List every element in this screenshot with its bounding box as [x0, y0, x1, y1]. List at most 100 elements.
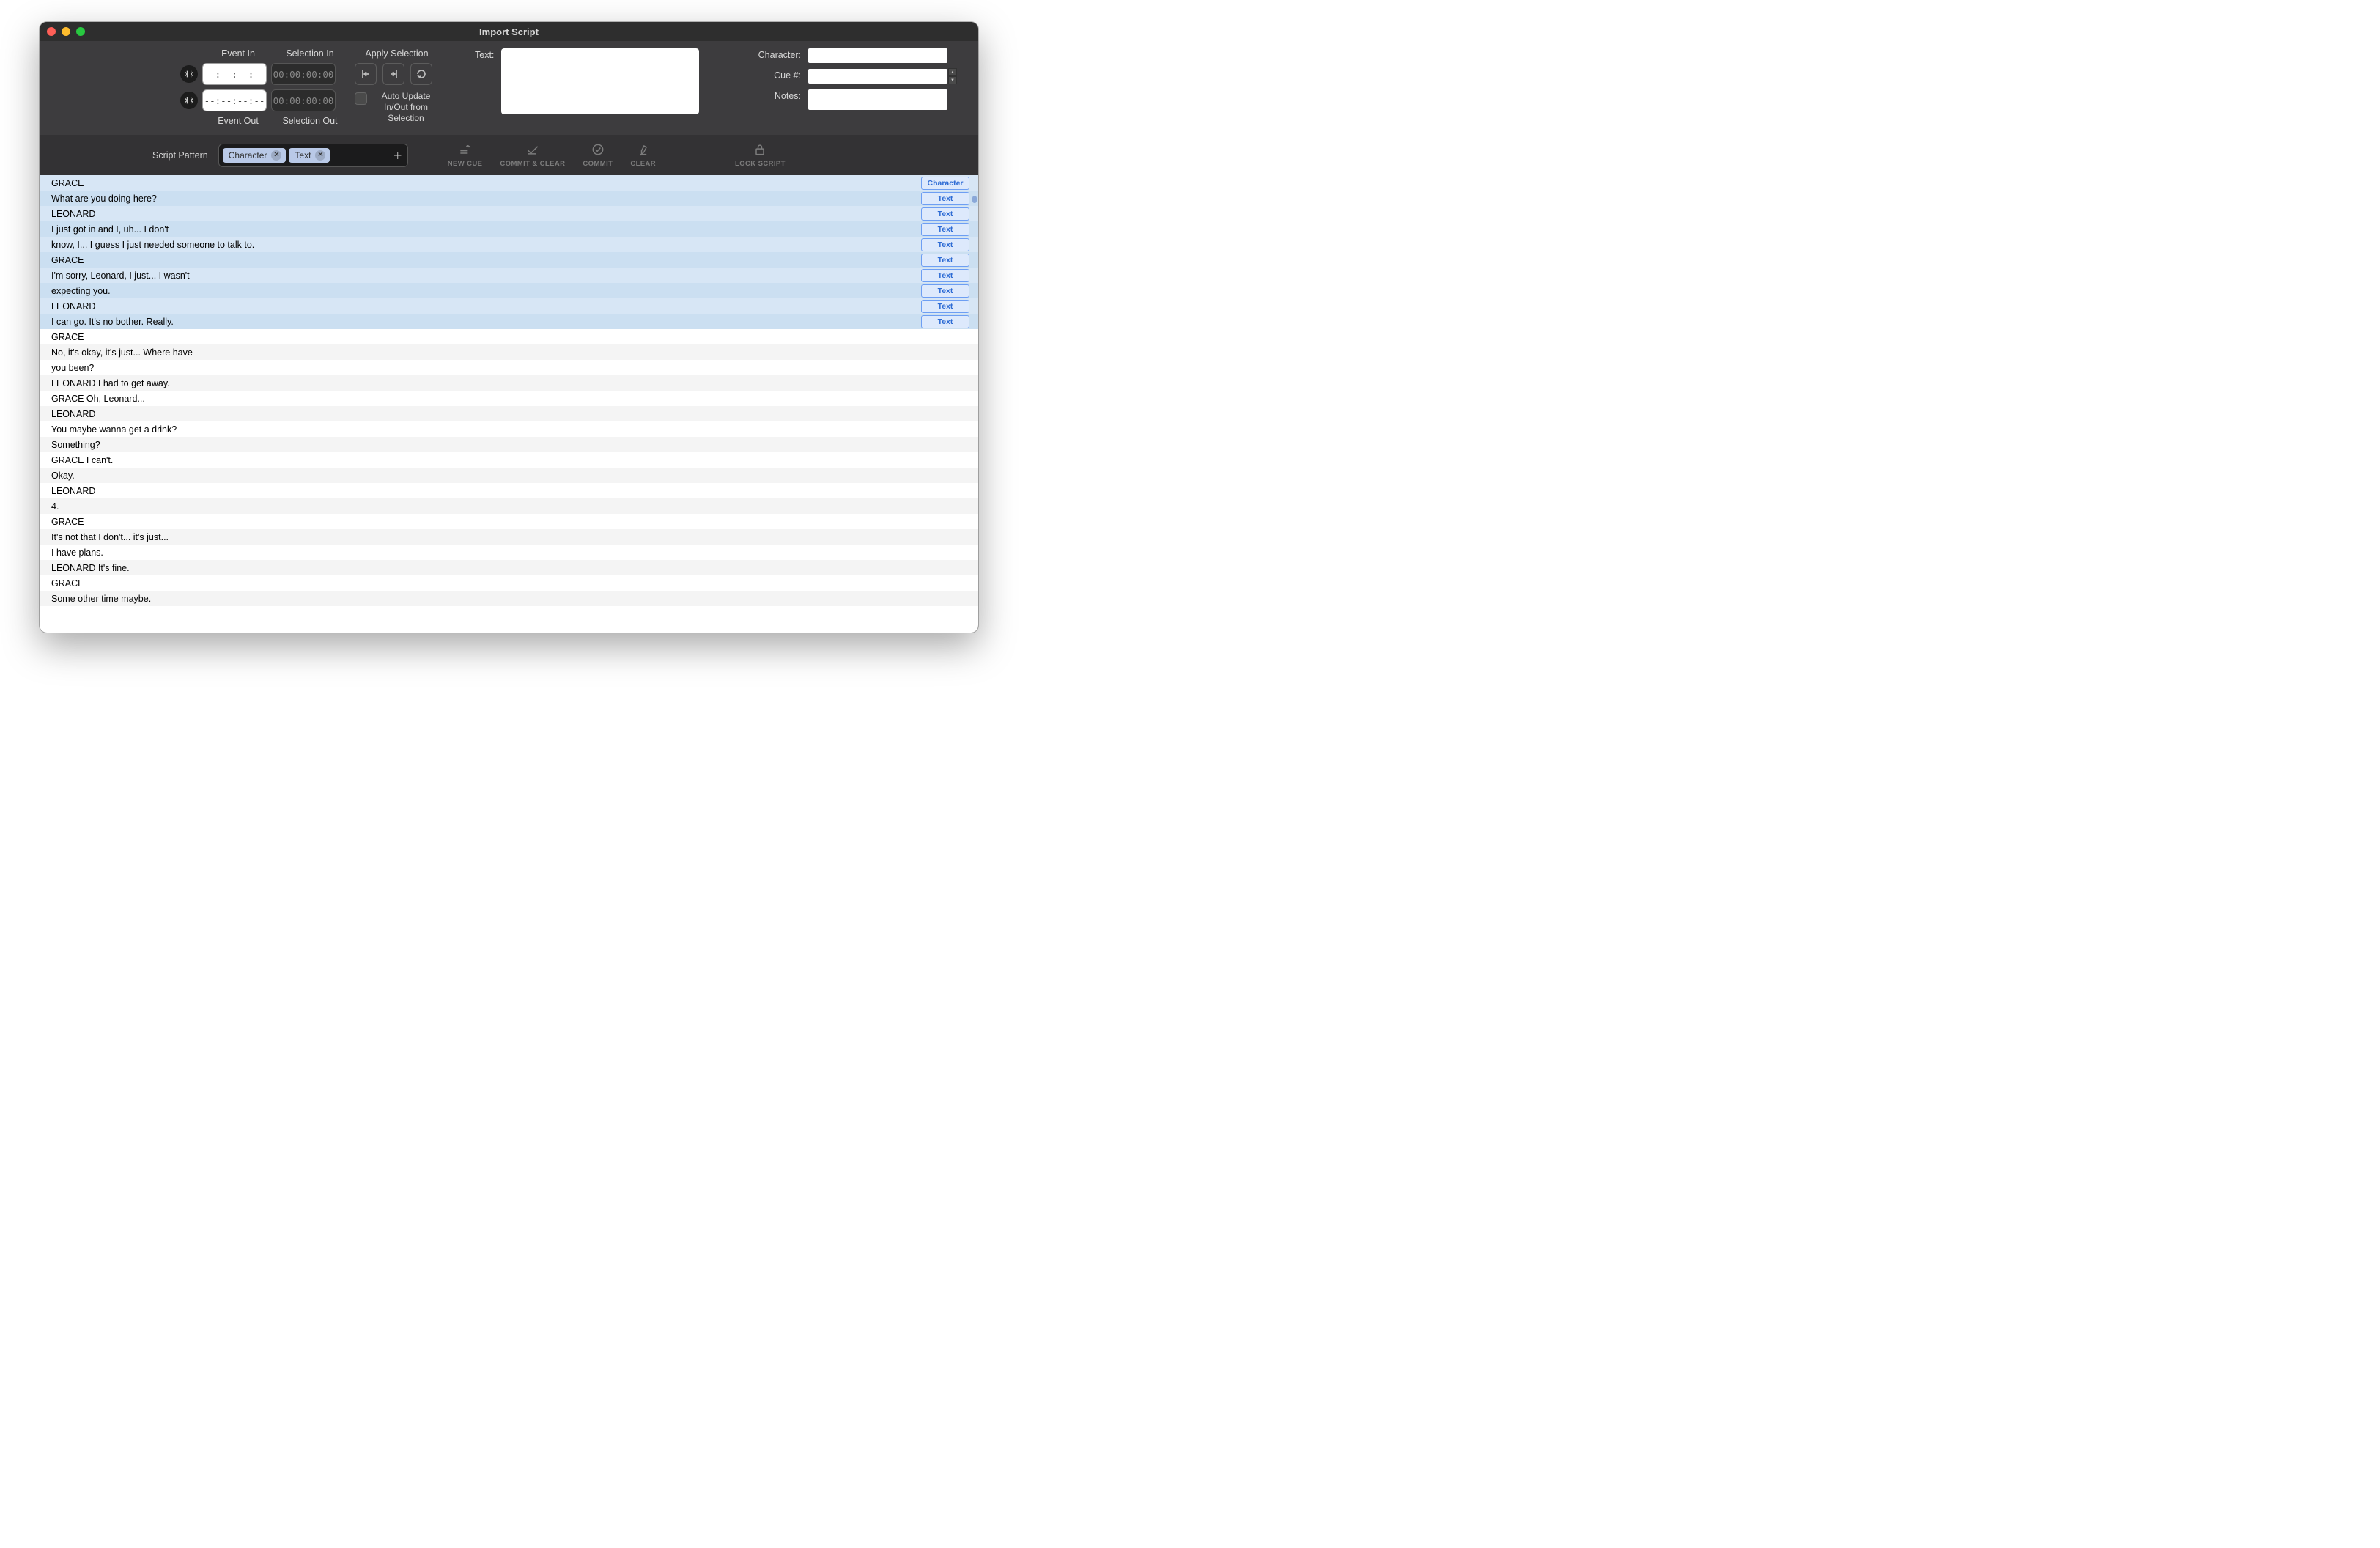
new-cue-button[interactable]: NEW CUE — [448, 142, 483, 168]
script-row[interactable]: LEONARD I had to get away. — [40, 375, 978, 391]
script-row[interactable]: GRACECharacter — [40, 175, 978, 191]
script-row[interactable]: GRACE I can't. — [40, 452, 978, 468]
cue-number-stepper[interactable]: ▲ ▼ — [948, 68, 957, 84]
script-line-text: expecting you. — [51, 286, 921, 296]
commit-and-clear-button[interactable]: COMMIT & CLEAR — [500, 142, 565, 168]
line-type-badge[interactable]: Text — [921, 254, 969, 267]
titlebar: Import Script — [40, 22, 978, 41]
script-row[interactable]: LEONARDText — [40, 298, 978, 314]
script-row[interactable]: No, it's okay, it's just... Where have — [40, 344, 978, 360]
add-pattern-button[interactable]: ＋ — [388, 144, 408, 167]
script-line-text: you been? — [51, 363, 972, 373]
script-row[interactable]: GRACE — [40, 575, 978, 591]
script-line-text: 4. — [51, 501, 972, 512]
script-row[interactable]: GRACE — [40, 329, 978, 344]
script-line-text: GRACE — [51, 517, 972, 527]
script-list: GRACECharacterWhat are you doing here?Te… — [40, 175, 978, 633]
script-pattern-field[interactable]: Character ✕ Text ✕ — [218, 144, 388, 167]
auto-update-checkbox[interactable] — [355, 92, 367, 105]
timecode-block: Event In Selection In --:--:--:-- 00:00:… — [180, 48, 341, 126]
remove-tag-icon[interactable]: ✕ — [315, 150, 325, 161]
notes-field[interactable] — [808, 89, 947, 110]
action-label: NEW CUE — [448, 160, 483, 168]
stepper-down-icon[interactable]: ▼ — [948, 76, 957, 84]
script-row[interactable]: I just got in and I, uh... I don'tText — [40, 221, 978, 237]
script-line-text: What are you doing here? — [51, 194, 921, 204]
line-type-badge[interactable]: Text — [921, 284, 969, 298]
line-type-badge[interactable]: Text — [921, 269, 969, 282]
apply-both-button[interactable] — [410, 63, 432, 85]
script-scroll[interactable]: GRACECharacterWhat are you doing here?Te… — [40, 175, 978, 633]
text-field-group: Text: — [475, 48, 699, 114]
close-window-button[interactable] — [47, 27, 56, 36]
apply-selection-title: Apply Selection — [355, 48, 439, 59]
script-row[interactable]: you been? — [40, 360, 978, 375]
line-type-badge[interactable]: Character — [921, 177, 969, 190]
script-row[interactable]: Some other time maybe. — [40, 591, 978, 606]
stamp-in-button[interactable] — [180, 65, 198, 83]
script-row[interactable]: I have plans. — [40, 545, 978, 560]
selection-out-field: 00:00:00:00 — [271, 89, 336, 111]
script-row[interactable]: 4. — [40, 498, 978, 514]
script-line-text: I just got in and I, uh... I don't — [51, 224, 921, 235]
script-row[interactable]: Something? — [40, 437, 978, 452]
line-type-badge[interactable]: Text — [921, 192, 969, 205]
event-out-field[interactable]: --:--:--:-- — [202, 89, 267, 111]
script-line-text: No, it's okay, it's just... Where have — [51, 347, 972, 358]
script-row[interactable]: LEONARDText — [40, 206, 978, 221]
script-row[interactable]: GRACE Oh, Leonard... — [40, 391, 978, 406]
script-line-text: GRACE I can't. — [51, 455, 972, 465]
script-row[interactable]: GRACEText — [40, 252, 978, 268]
script-row[interactable]: What are you doing here?Text — [40, 191, 978, 206]
script-line-text: GRACE — [51, 178, 921, 188]
lock-script-button[interactable]: LOCK SCRIPT — [735, 142, 786, 168]
scrollbar-thumb[interactable] — [972, 196, 977, 203]
apply-in-button[interactable] — [355, 63, 377, 85]
script-row[interactable]: Okay. — [40, 468, 978, 483]
action-label: COMMIT — [583, 160, 613, 168]
script-row[interactable]: I'm sorry, Leonard, I just... I wasn'tTe… — [40, 268, 978, 283]
remove-tag-icon[interactable]: ✕ — [271, 150, 281, 161]
cue-text-field[interactable] — [501, 48, 699, 114]
script-line-text: I'm sorry, Leonard, I just... I wasn't — [51, 270, 921, 281]
stepper-up-icon[interactable]: ▲ — [948, 68, 957, 76]
selection-in-label: Selection In — [278, 48, 341, 59]
script-row[interactable]: GRACE — [40, 514, 978, 529]
commit-button[interactable]: COMMIT — [583, 142, 613, 168]
script-row[interactable]: It's not that I don't... it's just... — [40, 529, 978, 545]
script-line-text: GRACE Oh, Leonard... — [51, 394, 972, 404]
script-line-text: Some other time maybe. — [51, 594, 972, 604]
line-type-badge[interactable]: Text — [921, 315, 969, 328]
auto-update-label: Auto Update In/Out from Selection — [373, 91, 439, 124]
import-script-window: Import Script Event In Selection In --:-… — [40, 22, 978, 633]
script-row[interactable]: LEONARD — [40, 483, 978, 498]
selection-in-field: 00:00:00:00 — [271, 63, 336, 85]
character-field[interactable] — [808, 48, 947, 63]
window-title: Import Script — [40, 26, 978, 37]
script-row[interactable]: You maybe wanna get a drink? — [40, 421, 978, 437]
minimize-window-button[interactable] — [62, 27, 70, 36]
clear-button[interactable]: CLEAR — [630, 142, 656, 168]
event-in-field[interactable]: --:--:--:-- — [202, 63, 267, 85]
cue-number-field[interactable]: ▲ ▼ — [808, 69, 947, 84]
script-line-text: I can go. It's no bother. Really. — [51, 317, 921, 327]
script-row[interactable]: expecting you.Text — [40, 283, 978, 298]
script-line-text: know, I... I guess I just needed someone… — [51, 240, 921, 250]
pattern-tag-label: Text — [295, 150, 311, 161]
stamp-out-button[interactable] — [180, 92, 198, 109]
event-in-label: Event In — [207, 48, 270, 59]
pattern-tag-character[interactable]: Character ✕ — [223, 148, 287, 163]
line-type-badge[interactable]: Text — [921, 238, 969, 251]
zoom-window-button[interactable] — [76, 27, 85, 36]
script-row[interactable]: I can go. It's no bother. Really.Text — [40, 314, 978, 329]
script-row[interactable]: know, I... I guess I just needed someone… — [40, 237, 978, 252]
apply-out-button[interactable] — [382, 63, 404, 85]
line-type-badge[interactable]: Text — [921, 207, 969, 221]
action-label: LOCK SCRIPT — [735, 160, 786, 168]
script-row[interactable]: LEONARD It's fine. — [40, 560, 978, 575]
event-out-label: Event Out — [207, 116, 270, 126]
line-type-badge[interactable]: Text — [921, 300, 969, 313]
script-row[interactable]: LEONARD — [40, 406, 978, 421]
line-type-badge[interactable]: Text — [921, 223, 969, 236]
pattern-tag-text[interactable]: Text ✕ — [289, 148, 330, 163]
